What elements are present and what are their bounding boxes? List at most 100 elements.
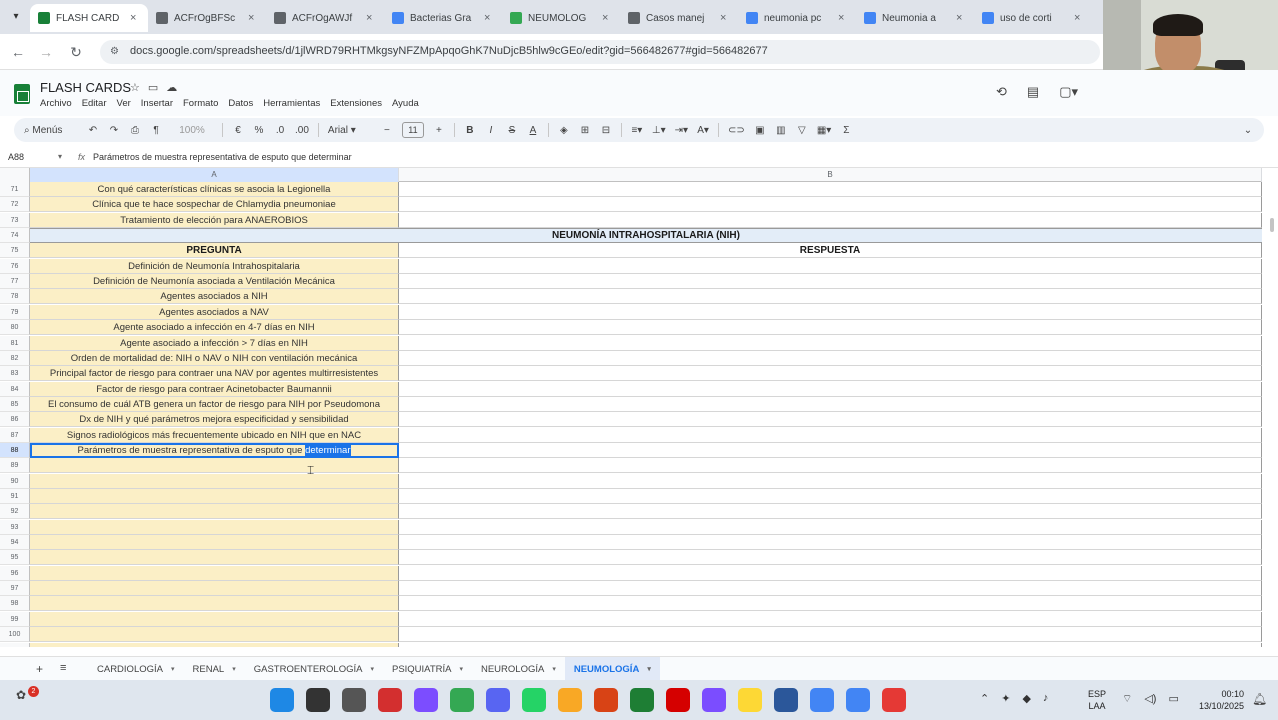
browser-tab[interactable]: FLASH CARD ×	[30, 4, 148, 32]
row-number[interactable]: 98	[0, 596, 30, 611]
sheet-tab[interactable]: PSIQUIATRÍA ▾	[383, 657, 472, 681]
row-number[interactable]: 94	[0, 535, 30, 550]
currency-button[interactable]: €	[232, 125, 244, 136]
cloud-status-icon[interactable]: ☁	[166, 81, 177, 94]
answer-cell[interactable]	[399, 305, 1262, 320]
question-cell[interactable]: Orden de mortalidad de: NIH o NAV o NIH …	[30, 351, 399, 366]
menu-item[interactable]: Insertar	[141, 98, 173, 109]
insert-link-icon[interactable]: ⊂⊃	[728, 125, 745, 136]
insert-chart-icon[interactable]: ▥	[775, 125, 787, 136]
browser-tab[interactable]: neumonia pc ×	[738, 4, 856, 32]
close-tab-icon[interactable]: ×	[838, 12, 848, 24]
redo-icon[interactable]: ↷	[108, 125, 120, 136]
answer-cell[interactable]	[399, 612, 1262, 627]
question-cell[interactable]: Clínica que te hace sospechar de Chlamyd…	[30, 197, 399, 212]
answer-cell[interactable]	[399, 412, 1262, 427]
question-cell[interactable]	[30, 504, 399, 519]
filter-views-icon[interactable]: ▦▾	[817, 125, 831, 136]
row-number[interactable]: 85	[0, 397, 30, 412]
row-number[interactable]: 87	[0, 428, 30, 443]
document-title[interactable]: FLASH CARDS	[40, 80, 131, 95]
browser-tab[interactable]: ACFrOgBFSc ×	[148, 4, 266, 32]
close-tab-icon[interactable]: ×	[1074, 12, 1084, 24]
answer-cell[interactable]	[399, 320, 1262, 335]
question-cell[interactable]: Agentes asociados a NIH	[30, 289, 399, 304]
font-size-decrease-button[interactable]: −	[381, 125, 393, 136]
meet-icon[interactable]: ▢▾	[1059, 84, 1078, 100]
question-cell[interactable]: Agentes asociados a NAV	[30, 305, 399, 320]
question-cell[interactable]	[30, 474, 399, 489]
question-cell[interactable]	[30, 581, 399, 596]
answer-cell[interactable]	[399, 550, 1262, 565]
menu-item[interactable]: Archivo	[40, 98, 72, 109]
row-number[interactable]: 97	[0, 581, 30, 596]
formula-input[interactable]: Parámetros de muestra representativa de …	[93, 152, 352, 162]
answer-cell[interactable]	[399, 520, 1262, 535]
answer-cell[interactable]	[399, 428, 1262, 443]
menu-item[interactable]: Datos	[228, 98, 253, 109]
sheet-tab[interactable]: GASTROENTEROLOGÍA ▾	[245, 657, 383, 681]
vertical-scrollbar[interactable]	[1266, 168, 1278, 648]
text-rotation-icon[interactable]: A▾	[697, 125, 709, 136]
chrome-icon[interactable]	[450, 688, 474, 712]
tray-app-icon[interactable]: ◆	[1022, 692, 1030, 705]
clock[interactable]: 00:10 13/10/2025	[1196, 688, 1244, 712]
sheet-menu-icon[interactable]: ▾	[459, 665, 463, 673]
chrome-icon[interactable]	[810, 688, 834, 712]
font-size-input[interactable]: 11	[401, 122, 424, 138]
answer-cell[interactable]	[399, 535, 1262, 550]
percent-button[interactable]: %	[253, 125, 265, 136]
close-tab-icon[interactable]: ×	[366, 12, 376, 24]
row-number[interactable]: 79	[0, 305, 30, 320]
question-cell[interactable]	[30, 566, 399, 581]
answer-header-cell[interactable]: RESPUESTA	[399, 243, 1262, 258]
question-cell[interactable]	[30, 627, 399, 642]
add-sheet-icon[interactable]: +	[36, 662, 43, 676]
answer-cell[interactable]	[399, 443, 1262, 458]
question-cell[interactable]	[30, 643, 399, 647]
answer-cell[interactable]	[399, 382, 1262, 397]
forward-icon[interactable]: →	[36, 42, 56, 62]
row-number[interactable]: 81	[0, 336, 30, 351]
answer-cell[interactable]	[399, 366, 1262, 381]
question-cell[interactable]	[30, 612, 399, 627]
question-cell[interactable]: Signos radiológicos más frecuentemente u…	[30, 428, 399, 443]
question-cell[interactable]: Con qué características clínicas se asoc…	[30, 182, 399, 197]
quick-settings[interactable]: ⌔ ◁) ▭	[1122, 692, 1179, 706]
sheet-tab[interactable]: NEUROLOGÍA ▾	[472, 657, 565, 681]
question-cell[interactable]: Agente asociado a infección en 4-7 días …	[30, 320, 399, 335]
comments-icon[interactable]: ▤	[1027, 84, 1039, 100]
close-tab-icon[interactable]: ×	[130, 12, 140, 24]
filter-icon[interactable]: ▽	[796, 125, 808, 136]
sheet-tab[interactable]: NEUMOLOGÍA ▾	[564, 657, 660, 681]
print-icon[interactable]: ⎙	[129, 125, 141, 136]
text-color-button[interactable]: A	[527, 125, 539, 136]
microphone-icon[interactable]: ♪	[1043, 692, 1049, 705]
answer-cell[interactable]	[399, 259, 1262, 274]
history-icon[interactable]: ⟲	[996, 84, 1007, 100]
address-bar[interactable]: ⚙ docs.google.com/spreadsheets/d/1jlWRD7…	[100, 40, 1100, 64]
question-cell[interactable]	[30, 520, 399, 535]
widgets-icon[interactable]: ✿ 2	[16, 686, 39, 710]
opera-icon[interactable]	[666, 688, 690, 712]
zoom-select[interactable]: 100%	[171, 125, 213, 136]
menu-item[interactable]: Herramientas	[263, 98, 320, 109]
question-cell[interactable]: Principal factor de riesgo para contraer…	[30, 366, 399, 381]
collapse-toolbar-icon[interactable]: ⌄	[1242, 125, 1254, 136]
question-header-cell[interactable]: PREGUNTA	[30, 243, 399, 258]
section-header-cell[interactable]: NEUMONÍA INTRAHOSPITALARIA (NIH)	[30, 228, 1262, 243]
site-info-icon[interactable]: ⚙	[110, 46, 122, 58]
row-number[interactable]: 84	[0, 382, 30, 397]
answer-cell[interactable]	[399, 566, 1262, 581]
start-icon[interactable]	[270, 688, 294, 712]
column-header-a[interactable]: A	[30, 168, 399, 182]
merge-cells-icon[interactable]: ⊟	[600, 125, 612, 136]
question-cell[interactable]: Agente asociado a infección > 7 días en …	[30, 336, 399, 351]
sheets-logo-icon[interactable]	[14, 84, 30, 104]
browser-tab[interactable]: Bacterias Gra ×	[384, 4, 502, 32]
name-box[interactable]: A88	[8, 152, 64, 162]
close-tab-icon[interactable]: ×	[484, 12, 494, 24]
borders-icon[interactable]: ⊞	[579, 125, 591, 136]
row-number[interactable]: 83	[0, 366, 30, 381]
row-number[interactable]: 86	[0, 412, 30, 427]
